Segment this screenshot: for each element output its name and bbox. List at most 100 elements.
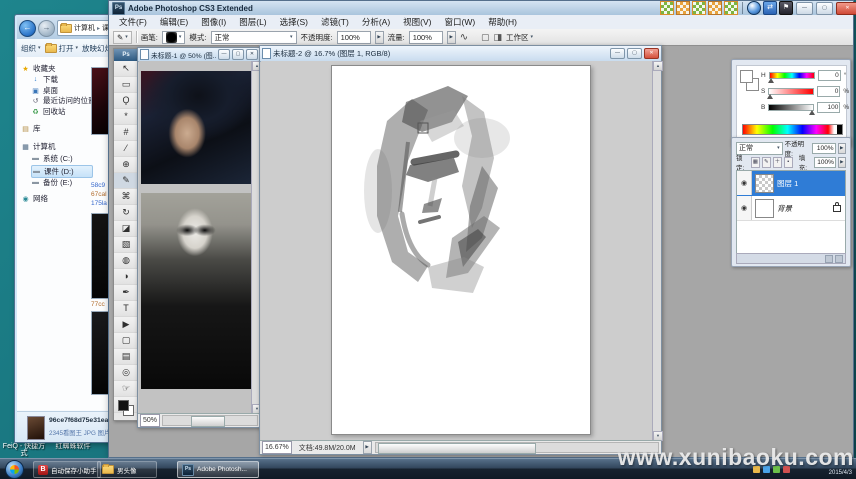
- menu-file[interactable]: 文件(F): [113, 16, 153, 28]
- doc2-vertical-scrollbar[interactable]: ▲ ▼: [652, 61, 661, 441]
- layer-name[interactable]: 背景: [777, 203, 792, 214]
- scroll-thumb[interactable]: [378, 443, 535, 454]
- maximize-button[interactable]: ▢: [816, 2, 833, 15]
- maximize-button[interactable]: ▢: [627, 48, 642, 59]
- doc1-content[interactable]: [139, 61, 252, 414]
- menu-window[interactable]: 窗口(W): [439, 16, 482, 28]
- brush-tool[interactable]: ✎: [114, 173, 138, 189]
- brush-preset-picker[interactable]: ▾: [162, 31, 186, 44]
- sidebar-item-downloads[interactable]: ↓下载: [31, 74, 58, 85]
- fill-input[interactable]: 100%: [814, 157, 836, 168]
- saturation-value-input[interactable]: 0: [817, 86, 840, 97]
- marquee-tool[interactable]: ▭: [114, 77, 138, 93]
- hand-tool[interactable]: ☞: [114, 381, 138, 397]
- doc1-zoom-input[interactable]: 50%: [140, 414, 160, 427]
- scroll-thumb[interactable]: [191, 416, 225, 427]
- menu-analysis[interactable]: 分析(A): [356, 16, 396, 28]
- reference-photo-dark-portrait[interactable]: [141, 71, 251, 184]
- flow-input[interactable]: 100%: [409, 31, 443, 44]
- recorder-grid-icon[interactable]: [724, 1, 738, 15]
- lock-move-icon[interactable]: ＋: [773, 157, 782, 168]
- shape-tool[interactable]: ▢: [114, 333, 138, 349]
- history-brush-tool[interactable]: ↻: [114, 205, 138, 221]
- bridge-icon[interactable]: ◨: [494, 32, 503, 43]
- foreground-color-swatch[interactable]: [118, 400, 129, 411]
- tool-palette-header[interactable]: Ps: [114, 49, 138, 61]
- file-name[interactable]: 67cal: [91, 191, 107, 198]
- quick-selection-tool[interactable]: *: [114, 109, 138, 125]
- brightness-value-input[interactable]: 100: [817, 102, 840, 113]
- workspace-button[interactable]: 工作区 ▾: [506, 32, 533, 43]
- compass-icon[interactable]: [747, 1, 761, 15]
- slider-knob[interactable]: [767, 94, 773, 99]
- crop-tool[interactable]: #: [114, 125, 138, 141]
- scroll-up-icon[interactable]: ▲: [653, 61, 663, 71]
- recorder-grid-icon[interactable]: [708, 1, 722, 15]
- sidebar-item-drive-c[interactable]: ▬系统 (C:): [31, 153, 73, 164]
- minimize-button[interactable]: —: [610, 48, 625, 59]
- tool-preset-picker[interactable]: ✎ ▾: [113, 31, 132, 44]
- layer-thumbnail[interactable]: [755, 174, 774, 193]
- visibility-eye-icon[interactable]: ◉: [737, 171, 752, 195]
- clone-stamp-tool[interactable]: ⌘: [114, 189, 138, 205]
- slice-tool[interactable]: ⁄: [114, 141, 138, 157]
- transfer-icon[interactable]: ⇄: [763, 1, 777, 15]
- slider-knob[interactable]: [809, 110, 815, 115]
- reference-photo-crow-portrait[interactable]: [141, 193, 251, 389]
- notes-tool[interactable]: ▤: [114, 349, 138, 365]
- sidebar-item-recent[interactable]: ↺最近访问的位置: [31, 95, 96, 106]
- slider-knob[interactable]: [768, 78, 774, 83]
- forward-button[interactable]: →: [38, 20, 55, 37]
- new-layer-button[interactable]: [825, 255, 833, 263]
- close-button[interactable]: ✕: [246, 49, 258, 60]
- color-spectrum-ramp[interactable]: [742, 124, 843, 135]
- layer-row-layer1[interactable]: ◉ 图层 1: [737, 171, 845, 196]
- blur-tool[interactable]: ◍: [114, 253, 138, 269]
- visibility-eye-icon[interactable]: ◉: [737, 196, 752, 220]
- sidebar-item-network[interactable]: ◉网络: [21, 193, 48, 204]
- menu-layer[interactable]: 图层(L): [233, 16, 272, 28]
- layer-name[interactable]: 图层 1: [777, 178, 798, 189]
- flow-slider-button[interactable]: ▶: [447, 31, 456, 44]
- sidebar-item-libraries[interactable]: ▤库: [21, 123, 41, 134]
- healing-brush-tool[interactable]: ⊕: [114, 157, 138, 173]
- type-tool[interactable]: T: [114, 301, 138, 317]
- gradient-tool[interactable]: ▧: [114, 237, 138, 253]
- layer-thumbnail[interactable]: [755, 199, 774, 218]
- sidebar-item-drive-e[interactable]: ▬备份 (E:): [31, 177, 72, 188]
- move-tool[interactable]: ↖: [114, 61, 138, 77]
- lock-paint-icon[interactable]: ✎: [762, 157, 771, 168]
- palette-well-icon[interactable]: ▢: [481, 32, 490, 43]
- lasso-tool[interactable]: Ϙ: [114, 93, 138, 109]
- taskbar-item-folder[interactable]: 男头像: [97, 461, 157, 478]
- mode-select[interactable]: 正常 ▾: [211, 31, 297, 44]
- desktop-icon-redspider[interactable]: 红蜘蛛软件: [48, 443, 98, 450]
- hue-value-input[interactable]: 0: [818, 70, 841, 81]
- eyedropper-tool[interactable]: ◎: [114, 365, 138, 381]
- layer-row-background[interactable]: ◉ 背景: [737, 196, 845, 221]
- opacity-slider-button[interactable]: ▶: [375, 31, 384, 44]
- maximize-button[interactable]: ▢: [232, 49, 244, 60]
- open-button[interactable]: 打开 ▾: [45, 43, 79, 54]
- hue-slider[interactable]: [769, 72, 815, 79]
- sketch-canvas[interactable]: [331, 65, 591, 435]
- back-button[interactable]: ←: [19, 20, 36, 37]
- foreground-color-swatch[interactable]: [740, 70, 753, 83]
- desktop-icon-feiq[interactable]: FeiQ - 快捷方式: [2, 443, 46, 457]
- opacity-slider-button[interactable]: ▶: [838, 143, 846, 154]
- saturation-slider[interactable]: [768, 88, 814, 95]
- status-menu-button[interactable]: ▶: [363, 441, 372, 454]
- pen-tool[interactable]: ✒: [114, 285, 138, 301]
- taskbar-item-photoshop[interactable]: Ps Adobe Photosh...: [177, 461, 259, 478]
- path-selection-tool[interactable]: ▶: [114, 317, 138, 333]
- start-button[interactable]: [5, 460, 24, 479]
- minimize-button[interactable]: —: [218, 49, 230, 60]
- close-button[interactable]: ✕: [644, 48, 659, 59]
- lock-all-icon[interactable]: ▪: [784, 157, 793, 168]
- eraser-tool[interactable]: ◪: [114, 221, 138, 237]
- color-swatches[interactable]: [118, 400, 134, 416]
- fill-slider-button[interactable]: ▶: [838, 157, 846, 168]
- delete-layer-button[interactable]: [835, 255, 843, 263]
- doc2-titlebar[interactable]: 未标题-2 @ 16.7% (图层 1, RGB/8) — ▢ ✕: [260, 46, 661, 62]
- dodge-tool[interactable]: ◑: [114, 269, 138, 285]
